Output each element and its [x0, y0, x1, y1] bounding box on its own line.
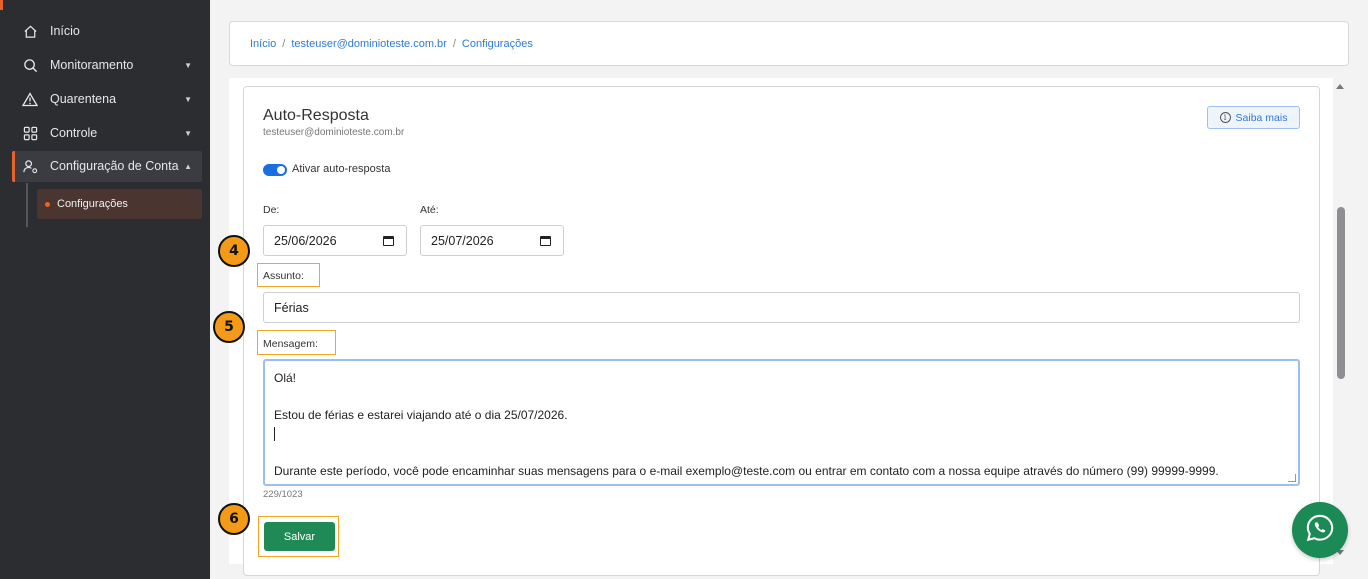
learn-more-button[interactable]: i Saiba mais — [1207, 106, 1300, 129]
sidebar-item-controle[interactable]: Controle ▼ — [22, 118, 192, 148]
grid-icon — [22, 125, 38, 141]
subject-label: Assunto: — [263, 270, 304, 282]
message-line — [274, 388, 1289, 407]
message-line — [274, 443, 1289, 462]
from-label: De: — [263, 204, 280, 216]
breadcrumb-separator: / — [282, 37, 286, 50]
subject-input[interactable]: Férias — [263, 292, 1300, 323]
scroll-up-icon[interactable] — [1336, 84, 1344, 89]
message-line: Durante este período, você pode encaminh… — [274, 463, 1219, 478]
message-label: Mensagem: — [263, 338, 318, 350]
step-marker-6: 6 — [218, 503, 250, 535]
auto-reply-toggle-label: Ativar auto-resposta — [292, 163, 391, 175]
sidebar-item-label: Quarentena — [50, 92, 117, 106]
text-cursor — [274, 427, 275, 442]
to-date-value: 25/07/2026 — [431, 233, 494, 248]
sidebar-subitem-label: Configurações — [57, 198, 128, 210]
resize-grip-icon[interactable] — [1288, 474, 1296, 482]
breadcrumb: Início / testeuser@dominioteste.com.br /… — [229, 21, 1349, 66]
sidebar-accent — [0, 0, 3, 10]
subject-value: Férias — [274, 300, 309, 315]
chevron-down-icon: ▼ — [184, 94, 192, 104]
sidebar-item-monitoramento[interactable]: Monitoramento ▼ — [22, 50, 192, 80]
whatsapp-icon — [1305, 513, 1335, 548]
to-label: Até: — [420, 204, 439, 216]
from-date-input[interactable]: 25/06/2026 — [263, 225, 407, 256]
chevron-up-icon: ▲ — [184, 161, 192, 171]
whatsapp-button[interactable] — [1292, 502, 1348, 558]
to-date-input[interactable]: 25/07/2026 — [420, 225, 564, 256]
account-email: testeuser@dominioteste.com.br — [263, 127, 405, 138]
message-line — [274, 425, 1289, 444]
from-date-value: 25/06/2026 — [274, 233, 337, 248]
calendar-icon[interactable] — [540, 235, 551, 246]
message-line: Olá! — [274, 371, 297, 385]
breadcrumb-separator: / — [452, 37, 456, 50]
search-icon — [22, 57, 38, 73]
step-marker-5: 5 — [213, 311, 245, 343]
char-counter: 229/1023 — [263, 489, 303, 500]
sidebar-item-quarentena[interactable]: Quarentena ▼ — [22, 84, 192, 114]
user-settings-icon — [22, 158, 38, 174]
sidebar-item-configuracao-de-conta[interactable]: Configuração de Conta ▲ — [22, 151, 192, 181]
sidebar: Início Monitoramento ▼ Quarentena ▼ Cont… — [0, 0, 210, 579]
info-icon: i — [1219, 112, 1231, 123]
message-textarea[interactable]: Olá! Estou de férias e estarei viajando a… — [263, 359, 1300, 486]
page-title: Auto-Resposta — [263, 107, 369, 124]
message-line: Estou de férias e estarei viajando até o… — [274, 408, 568, 422]
step-marker-4: 4 — [218, 235, 250, 267]
breadcrumb-home-link[interactable]: Início — [250, 38, 276, 50]
chevron-down-icon: ▼ — [184, 60, 192, 70]
sidebar-item-label: Início — [50, 24, 80, 38]
submenu-line — [26, 183, 28, 227]
auto-reply-card — [243, 86, 1320, 576]
calendar-icon[interactable] — [383, 235, 394, 246]
sidebar-subitem-configuracoes[interactable]: Configurações — [37, 189, 202, 219]
breadcrumb-current[interactable]: Configurações — [462, 38, 533, 50]
sidebar-item-label: Monitoramento — [50, 58, 134, 72]
chevron-down-icon: ▼ — [184, 128, 192, 138]
warning-icon — [22, 91, 38, 107]
active-dot — [45, 201, 50, 207]
home-icon — [22, 23, 38, 39]
auto-reply-toggle[interactable] — [263, 164, 287, 176]
sidebar-item-label: Configuração de Conta — [50, 159, 179, 173]
save-button[interactable]: Salvar — [264, 522, 335, 551]
scrollbar-thumb[interactable] — [1337, 207, 1345, 379]
breadcrumb-user-link[interactable]: testeuser@dominioteste.com.br — [291, 38, 446, 50]
learn-more-label: Saiba mais — [1235, 111, 1288, 124]
sidebar-item-inicio[interactable]: Início — [22, 16, 192, 46]
sidebar-item-label: Controle — [50, 126, 98, 140]
